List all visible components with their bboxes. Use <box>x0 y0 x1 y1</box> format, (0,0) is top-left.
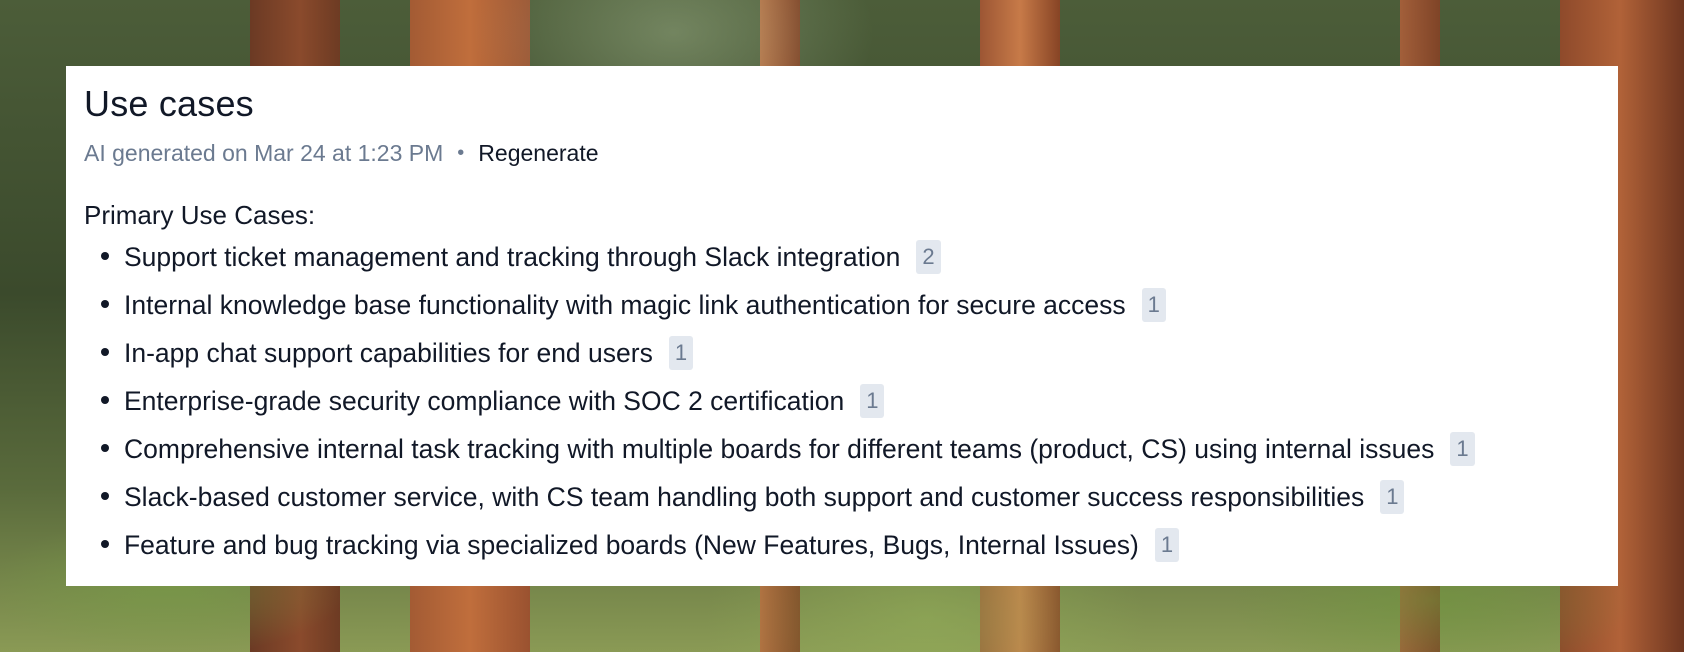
source-count-badge[interactable]: 2 <box>916 240 941 274</box>
ai-generated-timestamp: AI generated on Mar 24 at 1:23 PM <box>84 140 444 166</box>
use-case-text: Support ticket management and tracking t… <box>124 242 901 272</box>
list-item: In-app chat support capabilities for end… <box>124 334 1600 382</box>
use-case-text: Feature and bug tracking via specialized… <box>124 530 1139 560</box>
use-case-text: In-app chat support capabilities for end… <box>124 338 653 368</box>
section-label: Primary Use Cases: <box>84 200 316 230</box>
use-case-text: Enterprise-grade security compliance wit… <box>124 386 845 416</box>
source-count-badge[interactable]: 1 <box>668 336 694 370</box>
list-item: Internal knowledge base functionality wi… <box>124 286 1600 334</box>
use-case-text: Comprehensive internal task tracking wit… <box>124 434 1435 464</box>
list-item: Comprehensive internal task tracking wit… <box>124 430 1600 478</box>
use-case-text: Internal knowledge base functionality wi… <box>124 290 1126 320</box>
list-item: Enterprise-grade security compliance wit… <box>124 382 1600 430</box>
source-count-badge[interactable]: 1 <box>860 384 885 418</box>
source-count-badge[interactable]: 1 <box>1450 432 1475 466</box>
use-cases-card: Use cases AI generated on Mar 24 at 1:23… <box>66 66 1618 586</box>
use-case-text: Slack-based customer service, with CS te… <box>124 482 1365 512</box>
source-count-badge[interactable]: 1 <box>1141 288 1166 322</box>
source-count-badge[interactable]: 1 <box>1154 528 1180 562</box>
list-item: Slack-based customer service, with CS te… <box>124 478 1600 526</box>
regenerate-link[interactable]: Regenerate <box>478 138 598 168</box>
list-item: Feature and bug tracking via specialized… <box>124 526 1600 574</box>
separator-dot: • <box>457 142 465 164</box>
card-title: Use cases <box>84 83 254 124</box>
source-count-badge[interactable]: 1 <box>1380 480 1405 514</box>
list-item: Support ticket management and tracking t… <box>124 238 1600 286</box>
use-case-list: Support ticket management and tracking t… <box>84 238 1600 574</box>
generation-meta: AI generated on Mar 24 at 1:23 PM • Rege… <box>84 138 1600 168</box>
